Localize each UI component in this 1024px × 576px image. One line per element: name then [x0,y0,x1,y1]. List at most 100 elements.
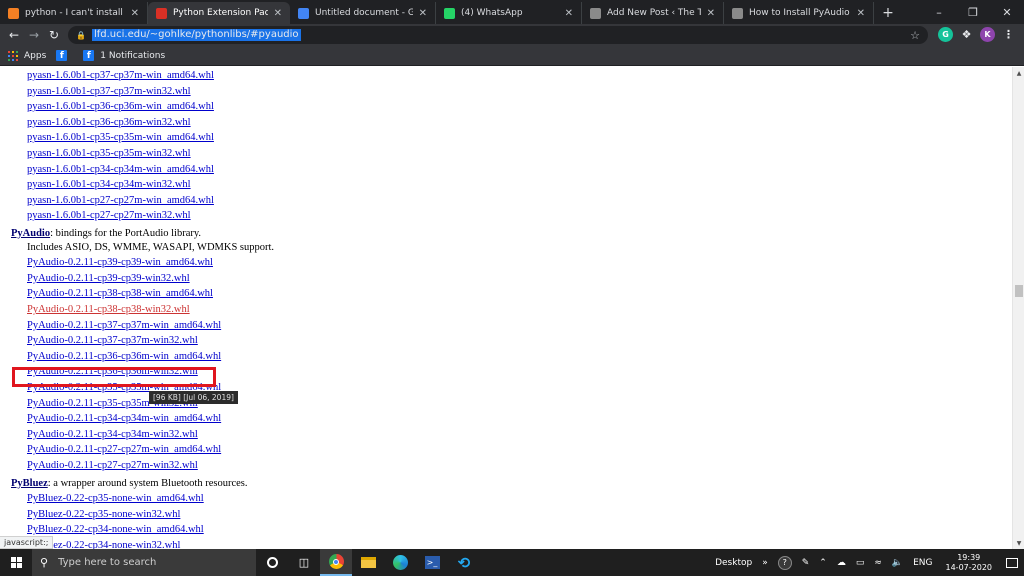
taskbar-edge[interactable] [384,549,416,576]
vertical-scrollbar[interactable]: ▲ ▼ [1012,67,1024,549]
pyasn-wheel-link[interactable]: pyasn-1.6.0b1-cp36-cp36m-win_amd64.whl [27,100,214,113]
bookmark-star-icon[interactable]: ☆ [910,29,920,42]
taskbar-vscode[interactable]: ⟲ [448,549,480,576]
tab-title: Python Extension Packages fo [173,8,268,18]
wifi-icon[interactable]: ≈ [874,558,882,568]
cloud-icon[interactable]: ☁ [837,558,846,568]
tab-title: (4) WhatsApp [461,8,523,18]
profile-avatar[interactable]: K [980,27,995,42]
taskbar-powershell[interactable]: >_ [416,549,448,576]
forward-icon[interactable]: → [24,28,44,42]
pyaudio-wheel-link[interactable]: PyAudio-0.2.11-cp34-cp34m-win_amd64.whl [27,412,221,425]
tab-4[interactable]: Add New Post ‹ The Tech Inf ✕ [582,2,724,24]
tab-close-icon[interactable]: ✕ [131,8,139,19]
package-name[interactable]: PyAudio [11,228,50,239]
new-tab-button[interactable]: + [874,2,902,24]
volume-icon[interactable]: 🔈 [892,558,903,568]
tab-0[interactable]: python - I can't install pyaudio ✕ [0,2,148,24]
package-description: : a wrapper around system Bluetooth reso… [47,477,248,489]
pyaudio-wheel-link[interactable]: PyAudio-0.2.11-cp34-cp34m-win32.whl [27,428,198,441]
lock-icon[interactable]: 🔒 [76,31,86,40]
google-docs-icon [298,7,309,19]
help-icon[interactable]: ? [777,555,792,570]
start-button[interactable] [0,557,32,568]
taskbar-search-box[interactable]: ⚲ Type here to search [32,549,256,576]
task-view-button[interactable]: ◫ [288,549,320,576]
pyaudio-wheel-link[interactable]: PyAudio-0.2.11-cp27-cp27m-win32.whl [27,459,198,472]
scroll-up-icon[interactable]: ▲ [1013,67,1024,79]
back-icon[interactable]: ← [4,28,24,42]
chevron-up-icon[interactable]: » [762,558,768,568]
tab-close-icon[interactable]: ✕ [565,8,573,19]
notifications-label: 1 Notifications [100,50,166,61]
pyaudio-wheel-link[interactable]: PyAudio-0.2.11-cp27-cp27m-win_amd64.whl [27,443,221,456]
pyaudio-wheel-link[interactable]: PyAudio-0.2.11-cp37-cp37m-win32.whl [27,334,198,347]
scroll-down-icon[interactable]: ▼ [1013,537,1024,549]
restore-icon[interactable]: ❐ [956,0,990,24]
pyasn-wheel-link[interactable]: pyasn-1.6.0b1-cp34-cp34m-win_amd64.whl [27,163,214,176]
taskbar-chrome[interactable] [320,549,352,576]
extensions-area: G ❖ K ⋮ [938,27,1016,42]
close-window-icon[interactable]: ✕ [990,0,1024,24]
desktop-label[interactable]: Desktop [715,558,752,568]
pyasn-wheel-link[interactable]: pyasn-1.6.0b1-cp35-cp35m-win_amd64.whl [27,131,214,144]
notification-center-icon[interactable] [1000,557,1024,568]
people-icon[interactable]: ✎ [802,558,810,568]
tab-title: python - I can't install pyaudio [25,8,125,18]
pyasn-wheel-link[interactable]: pyasn-1.6.0b1-cp27-cp27m-win_amd64.whl [27,194,214,207]
pyasn-wheel-link[interactable]: pyasn-1.6.0b1-cp35-cp35m-win32.whl [27,147,191,160]
pyasn-wheel-link[interactable]: pyasn-1.6.0b1-cp37-cp37m-win32.whl [27,85,191,98]
package-includes: Includes ASIO, DS, WMME, WASAPI, WDMKS s… [27,241,275,253]
minimize-icon[interactable]: – [922,0,956,24]
package-name[interactable]: PyBluez [11,478,48,489]
package-pyaudio: PyAudio: bindings for the PortAudio libr… [11,227,201,240]
tab-close-icon[interactable]: ✕ [857,8,865,19]
facebook-icon: f [56,50,68,61]
tab-close-icon[interactable]: ✕ [419,8,427,19]
grammarly-icon[interactable]: G [938,27,953,42]
whatsapp-icon [444,7,455,19]
bookmark-notifications[interactable]: f 1 Notifications [83,50,165,61]
tab-3[interactable]: (4) WhatsApp ✕ [436,2,582,24]
pybluez-wheel-link[interactable]: PyBluez-0.22-cp35-none-win32.whl [27,508,180,521]
pyaudio-wheel-link[interactable]: PyAudio-0.2.11-cp37-cp37m-win_amd64.whl [27,319,221,332]
pyaudio-wheel-link[interactable]: PyAudio-0.2.11-cp38-cp38-win32.whl [27,303,190,316]
language-indicator[interactable]: ENG [913,558,932,568]
tab-1[interactable]: Python Extension Packages fo ✕ [148,2,290,24]
tray-arrow-icon[interactable]: ⌃ [819,558,827,568]
pyaudio-wheel-link[interactable]: PyAudio-0.2.11-cp38-cp38-win_amd64.whl [27,287,213,300]
clock[interactable]: 19:39 14-07-2020 [946,553,993,573]
pyasn-wheel-link[interactable]: pyasn-1.6.0b1-cp36-cp36m-win32.whl [27,116,191,129]
pyasn-wheel-link[interactable]: pyasn-1.6.0b1-cp37-cp37m-win_amd64.whl [27,69,214,82]
pyaudio-wheel-link[interactable]: PyAudio-0.2.11-cp36-cp36m-win_amd64.whl [27,350,221,363]
wordpress-icon [590,7,601,19]
pyaudio-wheel-link[interactable]: PyAudio-0.2.11-cp39-cp39-win_amd64.whl [27,256,213,269]
tab-2[interactable]: Untitled document - Google ✕ [290,2,436,24]
battery-icon[interactable]: ▭ [856,558,865,568]
pybluez-wheel-link[interactable]: PyBluez-0.22-cp34-none-win_amd64.whl [27,523,204,536]
bookmarks-bar: Apps f f 1 Notifications [0,46,1024,66]
link-tooltip: [96 KB] [Jul 06, 2019] [149,391,238,404]
pyaudio-wheel-link[interactable]: PyAudio-0.2.11-cp39-cp39-win32.whl [27,272,190,285]
reload-icon[interactable]: ↻ [44,28,64,42]
tab-5[interactable]: How to Install PyAudio Mod ✕ [724,2,874,24]
taskbar-file-explorer[interactable] [352,549,384,576]
tab-strip: python - I can't install pyaudio✕Python … [0,0,1024,24]
bookmark-apps[interactable]: Apps [8,50,47,61]
tab-close-icon[interactable]: ✕ [274,8,282,19]
bookmark-facebook[interactable]: f [56,50,73,61]
page-viewport: pyasn-1.6.0b1-cp37-cp37m-win_amd64.whlpy… [0,67,1012,549]
apps-label: Apps [24,50,47,61]
scrollbar-thumb[interactable] [1015,285,1023,297]
address-bar[interactable]: 🔒 lfd.uci.edu/~gohlke/pythonlibs/#pyaudi… [68,26,928,44]
pybluez-wheel-link[interactable]: PyBluez-0.22-cp35-none-win_amd64.whl [27,492,204,505]
pyasn-wheel-link[interactable]: pyasn-1.6.0b1-cp27-cp27m-win32.whl [27,209,191,222]
url-text[interactable]: lfd.uci.edu/~gohlke/pythonlibs/#pyaudio [91,29,301,41]
search-icon: ⚲ [40,556,49,569]
pyasn-wheel-link[interactable]: pyasn-1.6.0b1-cp34-cp34m-win32.whl [27,178,191,191]
extensions-puzzle-icon[interactable]: ❖ [959,27,974,42]
powershell-icon: >_ [424,556,440,569]
tab-close-icon[interactable]: ✕ [707,8,715,19]
menu-kebab-icon[interactable]: ⋮ [1001,27,1016,42]
cortana-button[interactable] [256,549,288,576]
